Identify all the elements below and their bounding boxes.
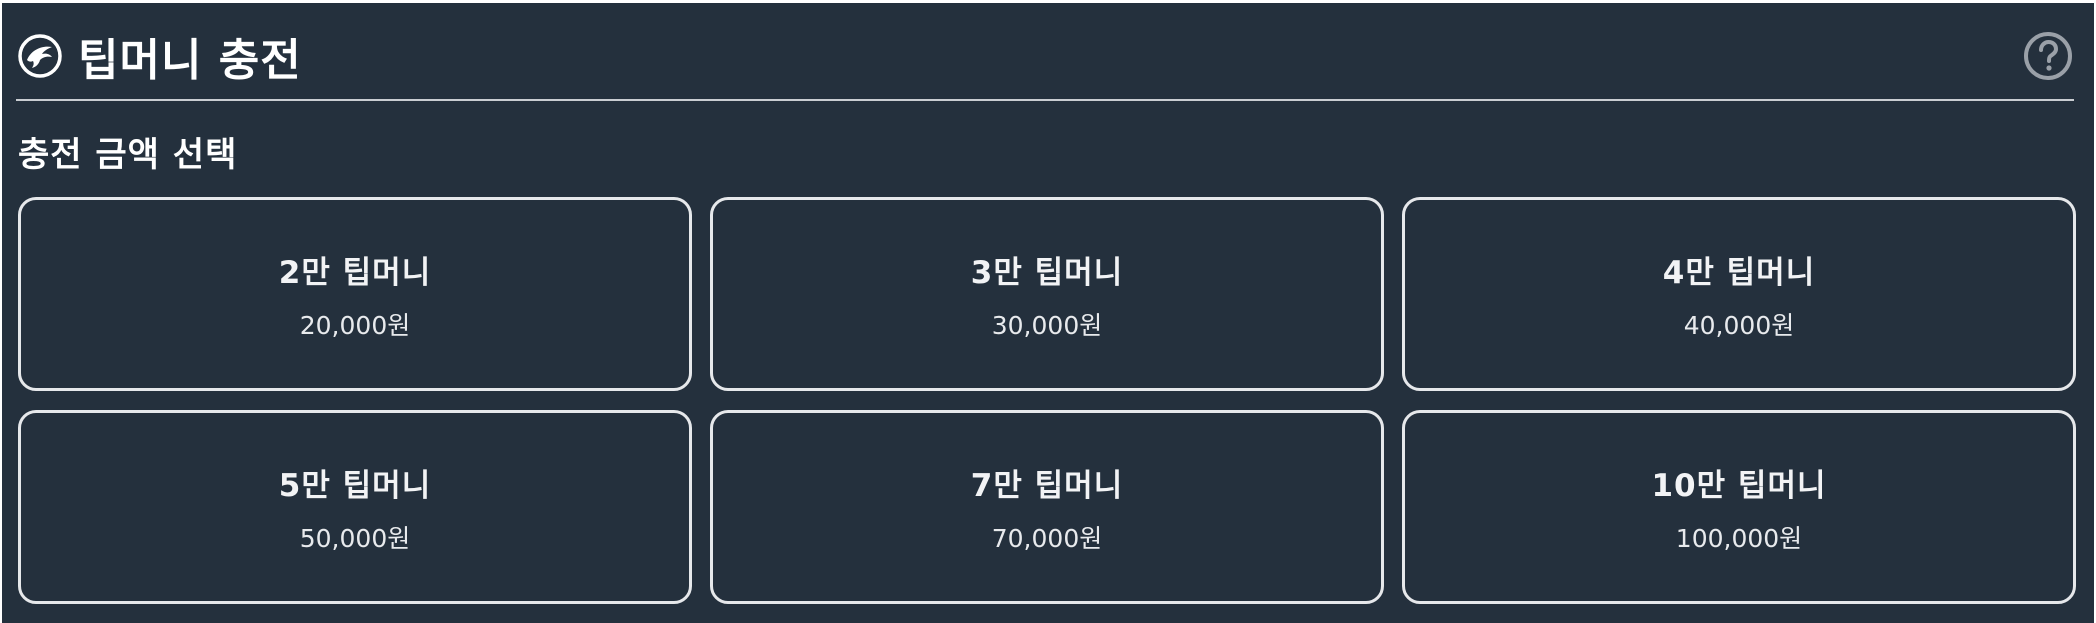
help-button[interactable] <box>2022 30 2074 82</box>
section-title: 충전 금액 선택 <box>18 135 238 175</box>
amount-option-grid: 2만 팁머니 20,000원 3만 팁머니 30,000원 4만 팁머니 40,… <box>18 197 2076 604</box>
app-frame: 팁머니 충전 충전 금액 선택 2만 팁머니 20,000원 3만 팁머니 30… <box>0 0 2096 623</box>
question-circle-icon <box>2024 32 2072 80</box>
page-title: 팁머니 충전 <box>78 35 302 86</box>
option-price: 50,000원 <box>299 523 411 553</box>
option-name: 5만 팁머니 <box>278 467 432 504</box>
option-price: 100,000원 <box>1675 523 1803 553</box>
amount-option-2[interactable]: 2만 팁머니 20,000원 <box>18 197 692 391</box>
option-price: 40,000원 <box>1683 310 1795 340</box>
option-price: 30,000원 <box>991 310 1103 340</box>
eagle-logo-icon <box>16 32 64 80</box>
header-divider <box>16 99 2074 101</box>
amount-option-3[interactable]: 3만 팁머니 30,000원 <box>710 197 1384 391</box>
option-name: 4만 팁머니 <box>1662 254 1816 291</box>
option-name: 2만 팁머니 <box>278 254 432 291</box>
option-price: 20,000원 <box>299 310 411 340</box>
option-name: 3만 팁머니 <box>970 254 1124 291</box>
amount-option-5[interactable]: 5만 팁머니 50,000원 <box>18 410 692 604</box>
header: 팁머니 충전 <box>16 13 2074 99</box>
option-price: 70,000원 <box>991 523 1103 553</box>
amount-option-10[interactable]: 10만 팁머니 100,000원 <box>1402 410 2076 604</box>
option-name: 10만 팁머니 <box>1651 467 1827 504</box>
amount-option-4[interactable]: 4만 팁머니 40,000원 <box>1402 197 2076 391</box>
option-name: 7만 팁머니 <box>970 467 1124 504</box>
amount-option-7[interactable]: 7만 팁머니 70,000원 <box>710 410 1384 604</box>
